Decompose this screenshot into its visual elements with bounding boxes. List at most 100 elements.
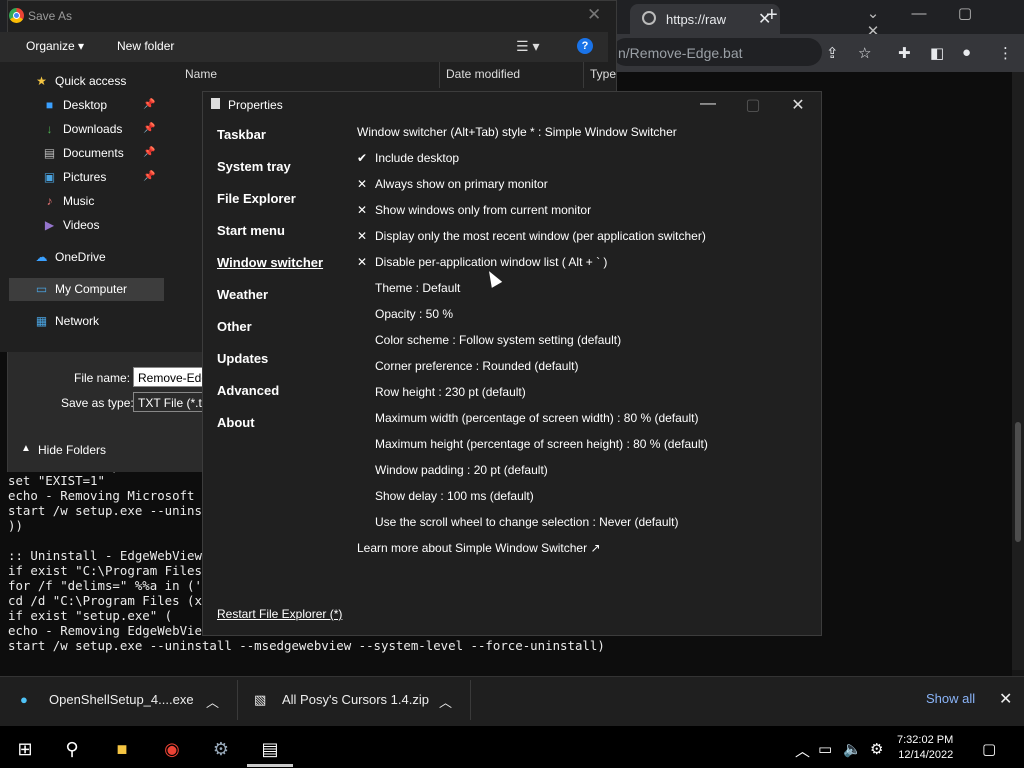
- nav-file-explorer[interactable]: File Explorer: [217, 191, 296, 206]
- setting-option[interactable]: Corner preference : Rounded (default): [375, 359, 578, 373]
- checkmark-icon[interactable]: ✔: [357, 151, 367, 165]
- notifications-icon[interactable]: ▢: [982, 740, 996, 758]
- nav-item-videos[interactable]: ▶ Videos: [42, 214, 100, 236]
- toggle-option[interactable]: Include desktop: [375, 151, 459, 165]
- minimize-icon[interactable]: —: [688, 95, 728, 113]
- star-icon[interactable]: ☆: [858, 44, 871, 62]
- download-item-1[interactable]: OpenShellSetup_4....exe: [49, 692, 194, 707]
- tray-chevron-icon[interactable]: ︿: [795, 740, 810, 761]
- new-tab-button[interactable]: +: [766, 4, 778, 27]
- nav-window-switcher[interactable]: Window switcher: [217, 255, 323, 270]
- nav-item-quick-access[interactable]: ★ Quick access: [34, 70, 126, 92]
- setting-option[interactable]: Use the scroll wheel to change selection…: [375, 515, 679, 529]
- column-divider[interactable]: [583, 62, 584, 88]
- nav-item-label: Documents: [63, 146, 124, 160]
- nav-system-tray[interactable]: System tray: [217, 159, 291, 174]
- nav-item-music[interactable]: ♪ Music: [42, 190, 95, 212]
- chrome-icon[interactable]: ◉: [158, 735, 186, 763]
- tab-title: https://raw: [666, 12, 726, 27]
- menu-icon[interactable]: ⋮: [998, 44, 1013, 62]
- downloads-close-icon[interactable]: ✕: [999, 689, 1012, 709]
- nav-updates[interactable]: Updates: [217, 351, 268, 366]
- toggle-option[interactable]: Show windows only from current monitor: [375, 203, 591, 217]
- setting-option[interactable]: Maximum width (percentage of screen widt…: [375, 411, 698, 425]
- nav-taskbar[interactable]: Taskbar: [217, 127, 266, 142]
- setting-option[interactable]: Row height : 230 pt (default): [375, 385, 526, 399]
- windows-start-icon[interactable]: ⊞: [11, 735, 39, 763]
- nav-item-desktop[interactable]: ■ Desktop: [42, 94, 107, 116]
- nav-advanced[interactable]: Advanced: [217, 383, 279, 398]
- tab-search-icon[interactable]: ⌄: [850, 4, 896, 22]
- save-as-close-icon[interactable]: ✕: [587, 5, 601, 25]
- properties-app-icon[interactable]: ▤: [256, 735, 284, 763]
- toggle-option[interactable]: Display only the most recent window (per…: [375, 229, 706, 243]
- page-scrollbar[interactable]: [1012, 72, 1024, 670]
- profile-icon[interactable]: ●: [962, 44, 971, 61]
- scrollbar-thumb[interactable]: [1015, 422, 1021, 542]
- new-folder-button[interactable]: New folder: [117, 39, 174, 53]
- settings-app-icon[interactable]: ⚙: [207, 735, 235, 763]
- setting-option[interactable]: Window padding : 20 pt (default): [375, 463, 548, 477]
- nav-item-network[interactable]: ▦ Network: [34, 310, 99, 332]
- nav-item-documents[interactable]: ▤ Documents: [42, 142, 124, 164]
- nav-start-menu[interactable]: Start menu: [217, 223, 285, 238]
- chevron-up-icon[interactable]: ︿: [206, 692, 219, 711]
- nav-weather[interactable]: Weather: [217, 287, 268, 302]
- column-divider[interactable]: [439, 62, 440, 88]
- chevron-up-icon[interactable]: ︿: [439, 692, 452, 711]
- setting-option[interactable]: Theme : Default: [375, 281, 460, 295]
- setting-option[interactable]: Maximum height (percentage of screen hei…: [375, 437, 708, 451]
- nav-item-my-computer[interactable]: ▭ My Computer: [34, 278, 127, 300]
- nav-item-downloads[interactable]: ↓ Downloads: [42, 118, 123, 140]
- script-line: start /w setup.exe --uninstall --msedgew…: [8, 638, 605, 653]
- chevron-up-icon[interactable]: ▲: [21, 443, 31, 454]
- extensions-icon[interactable]: ✚: [898, 44, 911, 62]
- file-explorer-icon[interactable]: ■: [108, 735, 136, 763]
- show-all-button[interactable]: Show all: [926, 691, 975, 706]
- nav-other[interactable]: Other: [217, 319, 252, 334]
- chrome-tab[interactable]: https://raw ✕: [630, 4, 780, 34]
- cross-icon[interactable]: ✕: [357, 255, 367, 269]
- globe-icon: [642, 11, 656, 25]
- sidepanel-icon[interactable]: ◧: [930, 44, 944, 62]
- nav-item-onedrive[interactable]: ☁ OneDrive: [34, 246, 106, 268]
- setting-option[interactable]: Color scheme : Follow system setting (de…: [375, 333, 621, 347]
- pin-icon: 📌: [143, 147, 156, 158]
- learn-more-link[interactable]: Learn more about Simple Window Switcher …: [357, 541, 601, 555]
- share-icon[interactable]: ⇪: [826, 44, 839, 62]
- nav-item-label: Downloads: [63, 122, 123, 136]
- clock[interactable]: 7:32:02 PM 12/14/2022: [897, 733, 953, 763]
- help-button[interactable]: ?: [577, 38, 593, 54]
- volume-icon[interactable]: 🔈: [843, 740, 862, 758]
- tray-gear-icon[interactable]: ⚙: [870, 740, 883, 758]
- toggle-option[interactable]: Always show on primary monitor: [375, 177, 548, 191]
- save-type-label: Save as type:: [61, 396, 134, 410]
- setting-option[interactable]: Show delay : 100 ms (default): [375, 489, 534, 503]
- address-bar[interactable]: n/Remove-Edge.bat: [612, 38, 822, 66]
- switcher-style-option[interactable]: Window switcher (Alt+Tab) style * : Simp…: [357, 125, 677, 139]
- download-item-2[interactable]: All Posy's Cursors 1.4.zip: [282, 692, 429, 707]
- file-name-input[interactable]: Remove-Edg: [133, 367, 203, 387]
- view-options-icon[interactable]: ☰ ▾: [516, 38, 539, 55]
- save-type-select[interactable]: TXT File (*.tx: [133, 392, 203, 412]
- setting-option[interactable]: Opacity : 50 %: [375, 307, 453, 321]
- nav-item-pictures[interactable]: ▣ Pictures: [42, 166, 107, 188]
- file-list-header: [166, 62, 616, 88]
- close-icon[interactable]: ✕: [778, 95, 818, 115]
- column-type[interactable]: Type: [590, 67, 616, 81]
- nav-item-label: Network: [55, 314, 100, 328]
- network-icon[interactable]: ▭: [818, 740, 832, 758]
- cross-icon[interactable]: ✕: [357, 229, 367, 243]
- restore-icon[interactable]: ▢: [942, 4, 988, 22]
- search-icon[interactable]: ⚲: [58, 735, 86, 763]
- minimize-icon[interactable]: —: [896, 5, 942, 22]
- column-date-modified[interactable]: Date modified: [446, 67, 520, 81]
- nav-about[interactable]: About: [217, 415, 255, 430]
- hide-folders-button[interactable]: Hide Folders: [38, 443, 106, 457]
- restart-explorer-link[interactable]: Restart File Explorer (*): [217, 607, 342, 621]
- column-name[interactable]: Name: [185, 67, 217, 81]
- cross-icon[interactable]: ✕: [357, 177, 367, 191]
- cross-icon[interactable]: ✕: [357, 203, 367, 217]
- toggle-option[interactable]: Disable per-application window list ( Al…: [375, 255, 607, 269]
- organize-button[interactable]: Organize ▾: [26, 39, 84, 53]
